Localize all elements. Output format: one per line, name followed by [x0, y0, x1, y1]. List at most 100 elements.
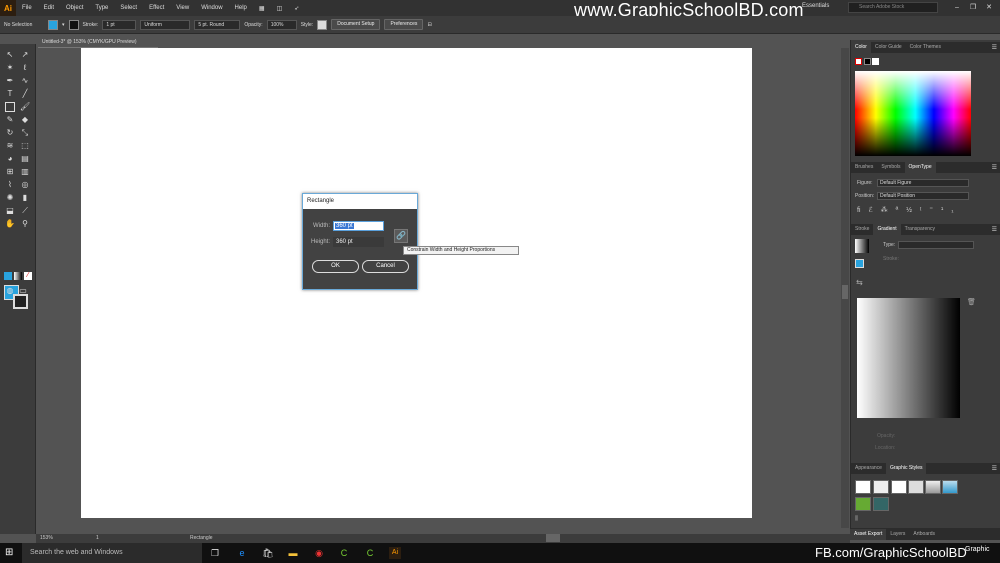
illustrator-taskbar-icon[interactable]: Ai	[389, 547, 401, 559]
graphic-style-7[interactable]	[855, 497, 871, 511]
tab-symbols[interactable]: Symbols	[877, 162, 904, 173]
menu-select[interactable]: Select	[114, 5, 143, 11]
none-color-icon[interactable]	[855, 58, 862, 65]
stroke-weight-input[interactable]: 1 pt	[102, 19, 137, 30]
curvature-tool-icon[interactable]: ∿	[20, 76, 30, 86]
stroke-color-swatch[interactable]	[13, 294, 28, 309]
pen-tool-icon[interactable]: ✒	[5, 76, 15, 86]
graph-tool-icon[interactable]: ▮	[20, 193, 30, 203]
brush-select[interactable]: 5 pt. Round	[194, 19, 241, 30]
tab-artboards[interactable]: Artboards	[909, 529, 939, 540]
panel-menu-icon[interactable]: ☰	[992, 226, 997, 233]
document-tab[interactable]: Untitled-3* @ 153% (CMYK/GPU Preview)	[38, 36, 158, 48]
panel-menu-icon[interactable]: ☰	[992, 164, 997, 171]
position-select[interactable]: Default Position	[877, 192, 969, 200]
tab-color-guide[interactable]: Color Guide	[871, 42, 906, 53]
stroke-profile-select[interactable]: Uniform	[140, 19, 191, 30]
arrange-icon[interactable]: ▦	[253, 5, 271, 12]
color-mode-icon[interactable]	[4, 272, 12, 280]
paintbrush-tool-icon[interactable]: 🖌	[20, 102, 30, 112]
panel-menu-icon[interactable]: ☰	[992, 44, 997, 51]
menu-edit[interactable]: Edit	[38, 5, 60, 11]
store-icon[interactable]: 🛍	[262, 547, 274, 559]
camtasia-recorder-icon[interactable]: C	[364, 547, 376, 559]
symbol-sprayer-tool-icon[interactable]: ✺	[5, 193, 15, 203]
tab-color-themes[interactable]: Color Themes	[906, 42, 945, 53]
tab-gradient[interactable]: Gradient	[873, 224, 901, 235]
none-mode-icon[interactable]: ⁄	[24, 272, 32, 280]
mesh-tool-icon[interactable]: ⊞	[5, 167, 15, 177]
graphic-style-default[interactable]	[855, 480, 871, 494]
graphic-style-4[interactable]	[908, 480, 924, 494]
taskbar-search[interactable]: Search the web and Windows	[22, 543, 202, 563]
document-setup-button[interactable]: Document Setup	[331, 19, 381, 30]
panel-menu-icon[interactable]: ☰	[992, 465, 997, 472]
fill-swatch-control[interactable]	[48, 19, 58, 30]
direct-selection-tool-icon[interactable]: ↗	[20, 50, 30, 60]
eyedropper-tool-icon[interactable]: ⌇	[5, 180, 15, 190]
line-tool-icon[interactable]: ╱	[20, 89, 30, 99]
edge-browser-icon[interactable]: e	[236, 547, 248, 559]
graphic-style-5[interactable]	[925, 480, 941, 494]
tab-brushes[interactable]: Brushes	[851, 162, 877, 173]
tab-color[interactable]: Color	[851, 42, 871, 53]
width-input[interactable]: 360 pt	[333, 221, 384, 231]
minimize-icon[interactable]: –	[952, 3, 962, 12]
chevron-down-icon[interactable]: ▾	[62, 22, 65, 28]
selection-tool-icon[interactable]: ↖	[5, 50, 15, 60]
rotate-tool-icon[interactable]: ↻	[5, 128, 15, 138]
gradient-mode-icon[interactable]	[14, 272, 22, 280]
fill-stroke-swatch[interactable]	[855, 259, 864, 268]
shape-builder-tool-icon[interactable]: ◕	[5, 154, 15, 164]
restore-icon[interactable]: ❐	[968, 3, 978, 12]
screen-mode-icon[interactable]: ▭	[18, 286, 28, 296]
tab-layers[interactable]: Layers	[886, 529, 909, 540]
menu-window[interactable]: Window	[195, 5, 228, 11]
zoom-level[interactable]: 153%	[40, 535, 53, 541]
artboard-number[interactable]: 1	[96, 535, 99, 541]
tab-appearance[interactable]: Appearance	[851, 463, 886, 474]
menu-help[interactable]: Help	[229, 5, 253, 11]
graphic-style-3[interactable]	[891, 480, 907, 494]
free-transform-tool-icon[interactable]: ⬚	[20, 141, 30, 151]
draw-mode-icon[interactable]: ◍	[5, 286, 15, 296]
black-color-icon[interactable]	[864, 58, 871, 65]
graphic-style-8[interactable]	[873, 497, 889, 511]
slice-tool-icon[interactable]: ⟋	[20, 206, 30, 216]
camtasia-icon[interactable]: C	[338, 547, 350, 559]
warp-tool-icon[interactable]: ≋	[5, 141, 15, 151]
scale-tool-icon[interactable]: ⤡	[20, 128, 30, 138]
reverse-gradient-icon[interactable]: ⇆	[856, 278, 863, 287]
opacity-input[interactable]: 100%	[266, 19, 297, 30]
graphic-style-6[interactable]	[942, 480, 958, 494]
horizontal-scroll-thumb[interactable]	[546, 534, 560, 542]
artboard-tool-icon[interactable]: ⬓	[5, 206, 15, 216]
white-color-icon[interactable]	[872, 58, 879, 65]
tab-asset-export[interactable]: Asset Export	[850, 529, 887, 540]
file-explorer-icon[interactable]: ▬	[287, 547, 299, 559]
perspective-grid-tool-icon[interactable]: ▤	[20, 154, 30, 164]
menu-file[interactable]: File	[16, 5, 38, 11]
stroke-swatch-control[interactable]	[68, 19, 79, 30]
gradient-slider[interactable]	[857, 298, 960, 418]
rocket-icon[interactable]: ➶	[288, 5, 305, 12]
ok-button[interactable]: OK	[312, 260, 359, 273]
graphic-style-2[interactable]	[873, 480, 889, 494]
gradient-tool-icon[interactable]: ▥	[20, 167, 30, 177]
chrome-icon[interactable]: ◉	[313, 547, 325, 559]
opentype-glyph-buttons-icon[interactable]: ﬁ ℰ ⁂ ª ½ ᵗ ⁼ ¹ ₁	[857, 206, 957, 214]
blend-tool-icon[interactable]: ◎	[20, 180, 30, 190]
height-input[interactable]: 360 pt	[333, 237, 384, 247]
hand-tool-icon[interactable]: ✋	[5, 219, 15, 229]
task-view-icon[interactable]: ❐	[209, 547, 221, 559]
tab-transparency[interactable]: Transparency	[901, 224, 939, 235]
eraser-tool-icon[interactable]: ◆	[20, 115, 30, 125]
menu-object[interactable]: Object	[60, 5, 89, 11]
menu-view[interactable]: View	[170, 5, 195, 11]
menu-type[interactable]: Type	[89, 5, 114, 11]
rectangle-tool-icon[interactable]	[5, 102, 15, 112]
close-icon[interactable]: ✕	[984, 3, 994, 12]
gradient-type-select[interactable]	[898, 241, 974, 249]
library-icon[interactable]: ⫼	[855, 516, 858, 523]
bridge-icon[interactable]: ◫	[271, 5, 289, 12]
